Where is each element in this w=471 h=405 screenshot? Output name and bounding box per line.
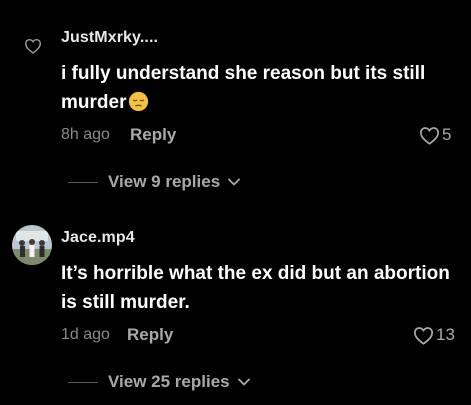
view-replies-button[interactable]: View 9 replies [68,172,241,192]
comment-text: i fully understand she reason but its st… [61,59,461,121]
comment-author[interactable]: Jace.mp4 [61,229,135,247]
view-replies-label: View 25 replies [108,372,230,391]
avatar[interactable] [20,26,46,66]
comment-item: JustMxrky.... i fully understand she rea… [0,0,471,205]
comment-timestamp: 1d ago [61,326,110,343]
comment-timestamp: 8h ago [61,126,110,143]
like-button[interactable]: 5 [419,125,451,145]
comment-author[interactable]: JustMxrky.... [61,29,158,47]
comment-item: Jace.mp4 It’s horrible what the ex did b… [0,205,471,405]
view-replies-label: View 9 replies [108,172,221,191]
reply-button[interactable]: Reply [127,325,173,345]
heart-outline-icon [419,126,440,145]
view-replies-button[interactable]: View 25 replies [68,372,250,392]
avatar-photo [12,225,52,265]
heart-outline-icon [24,38,42,54]
divider-line [68,181,98,183]
like-count: 5 [442,125,452,144]
like-button[interactable]: 13 [413,325,455,345]
chevron-down-icon [237,378,250,386]
divider-line [68,381,98,383]
like-count: 13 [436,325,455,344]
comment-text-body: i fully understand she reason but its st… [61,63,426,113]
comment-text: It’s horrible what the ex did but an abo… [61,263,450,313]
pensive-face-emoji-icon [128,91,149,121]
chevron-down-icon [228,178,241,186]
avatar[interactable] [12,225,52,265]
reply-button[interactable]: Reply [130,125,176,145]
heart-outline-icon [413,326,434,345]
